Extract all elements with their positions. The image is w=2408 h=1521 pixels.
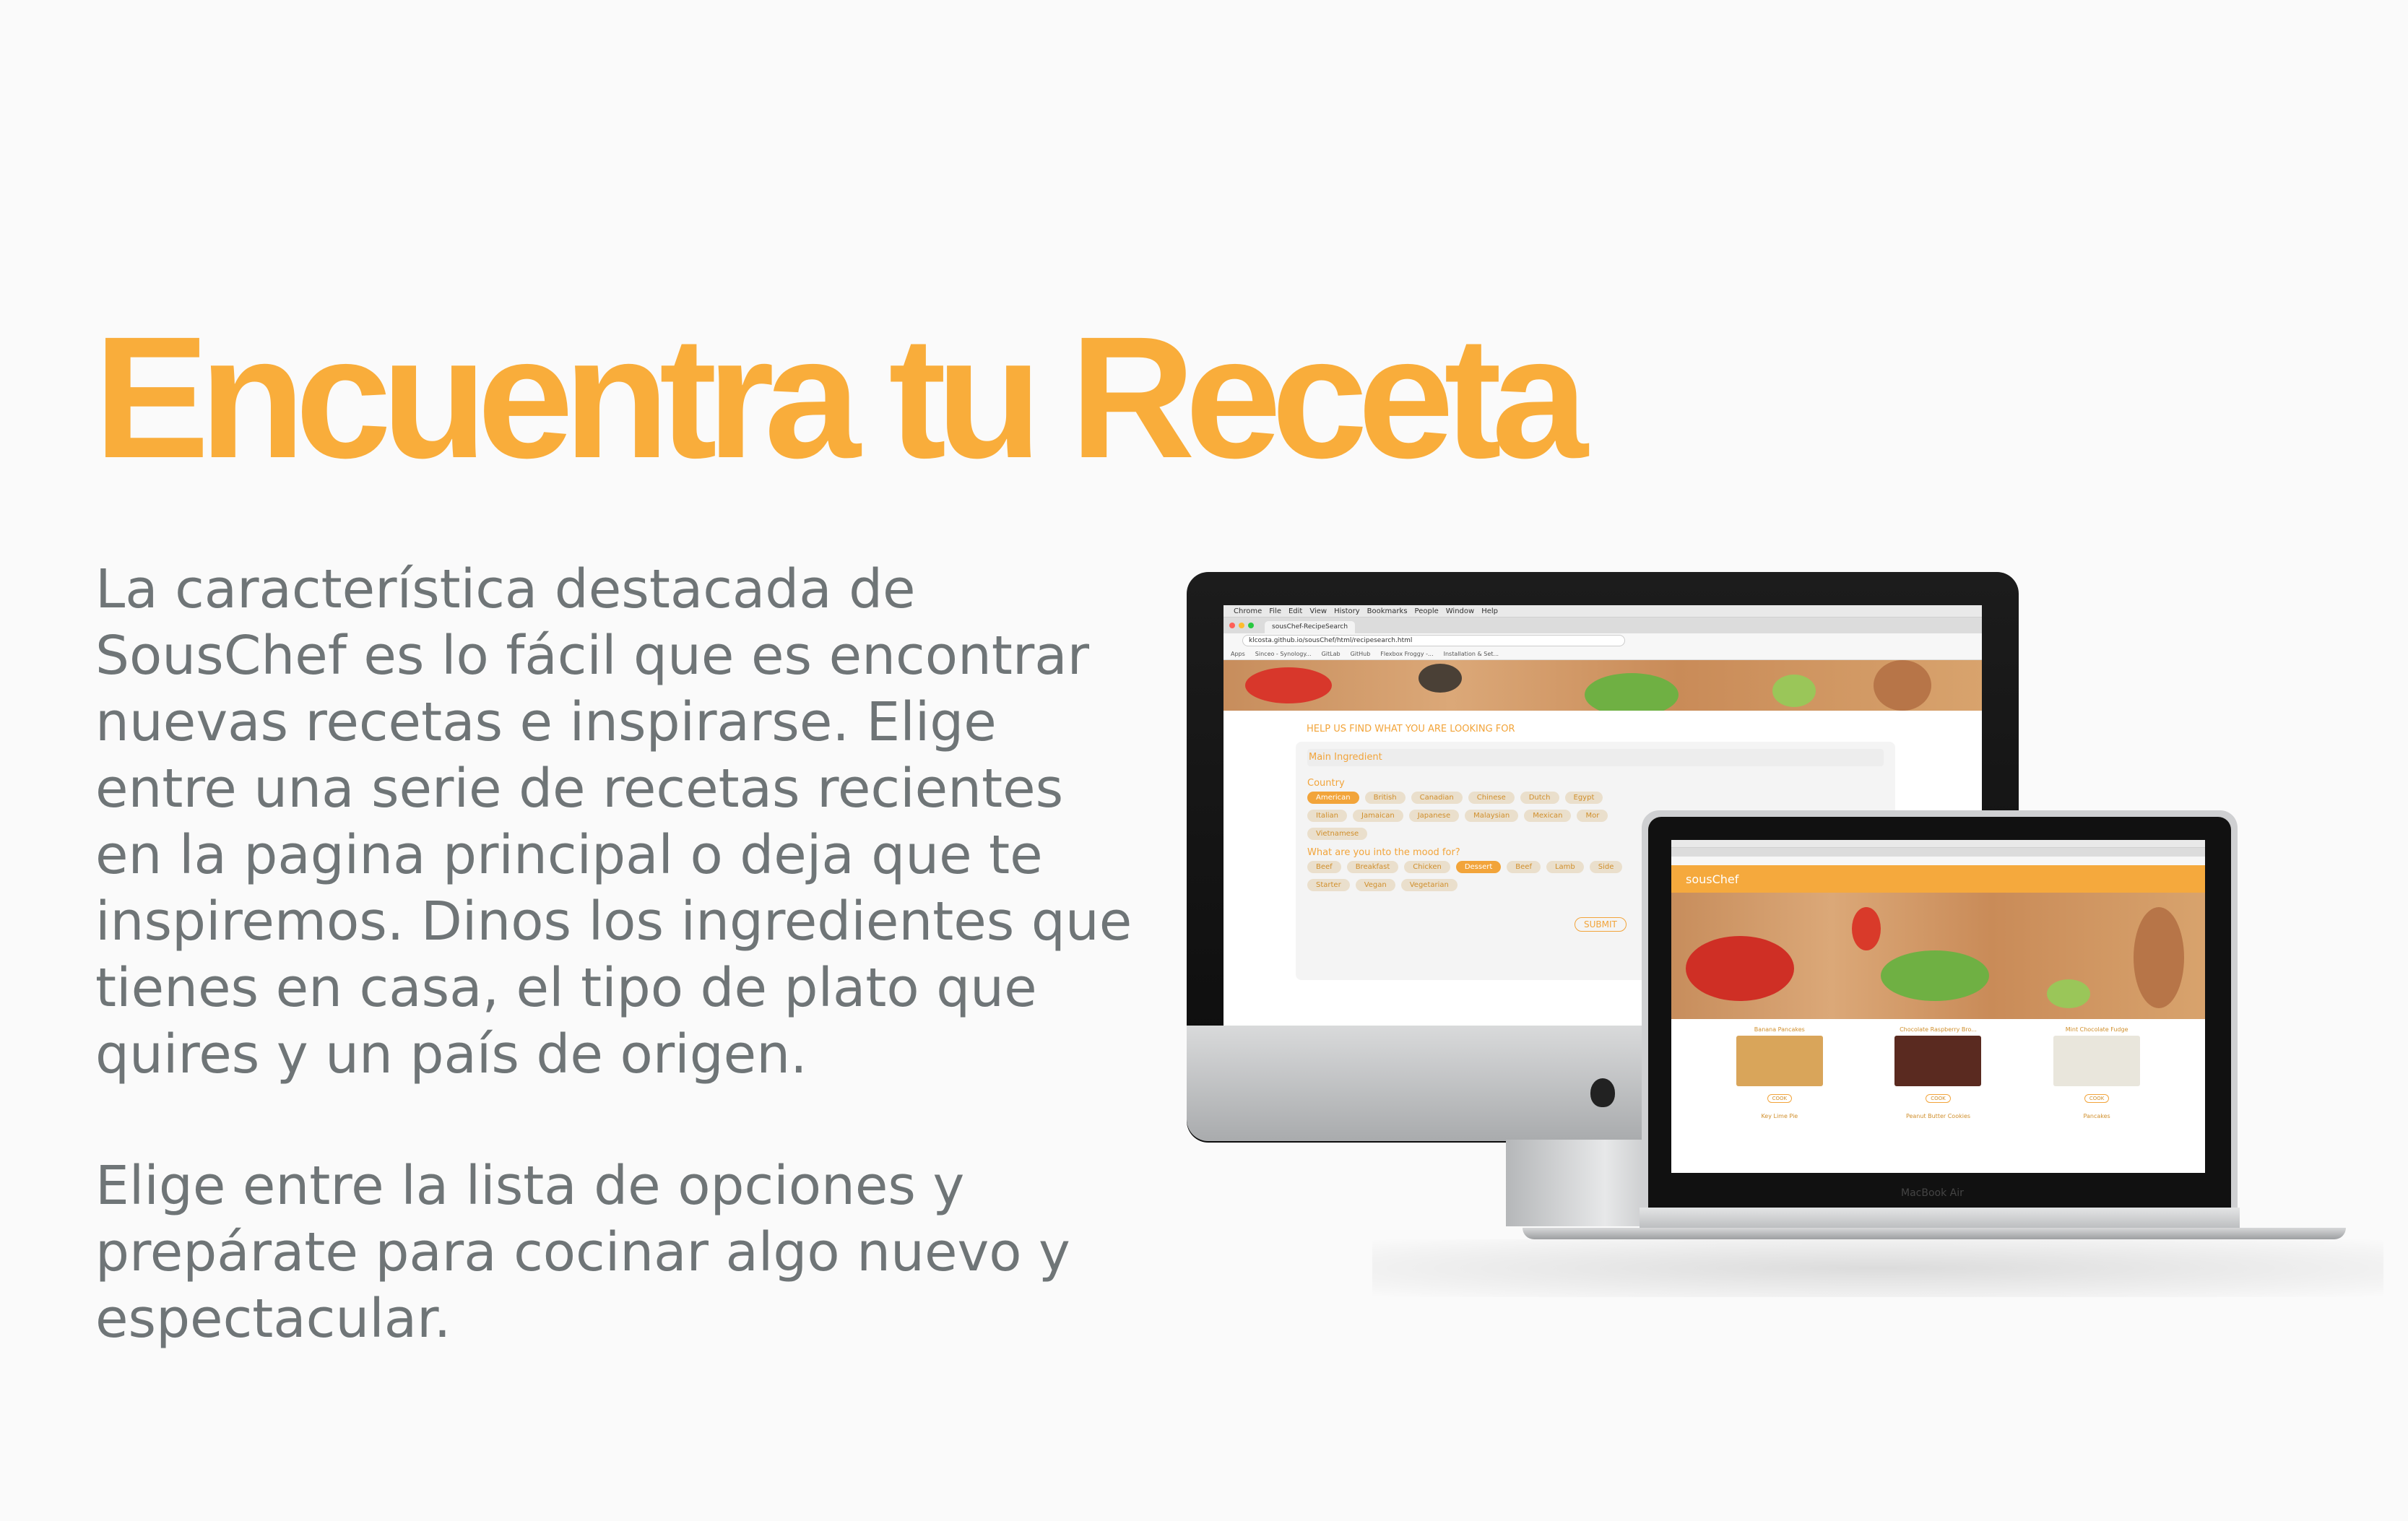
bookmark-item[interactable]: Sinceo - Synology... [1255,651,1312,657]
recipe-title: Banana Pancakes [1754,1026,1805,1033]
recipe-title[interactable]: Key Lime Pie [1729,1113,1830,1119]
menubar-item[interactable]: File [1269,607,1281,615]
recipe-image [1736,1036,1823,1086]
country-chip[interactable]: British [1364,792,1406,804]
recipe-image [1894,1036,1982,1086]
mood-chip[interactable]: Chicken [1404,861,1450,873]
browser-tab[interactable]: sousChef-RecipeSearch [1265,621,1356,633]
country-chip[interactable]: Italian [1307,810,1348,822]
macbook-foot [1523,1228,2346,1239]
headline: Encuentra tu Receta [94,300,1588,494]
food-banner-image [1224,660,1982,711]
recipe-title: Chocolate Raspberry Bro... [1900,1026,1977,1033]
recipe-image [2053,1036,2141,1086]
mood-chip[interactable]: Side [1589,861,1623,873]
menubar-item[interactable]: Window [1446,607,1474,615]
shadow [1372,1239,2383,1297]
country-chip[interactable]: Egypt [1564,792,1603,804]
menubar-item[interactable]: Help [1481,607,1498,615]
mood-chip[interactable]: Beef [1307,861,1341,873]
country-chip[interactable]: Vietnamese [1307,828,1368,840]
recipe-title: Mint Chocolate Fudge [2065,1026,2128,1033]
country-chip[interactable]: Canadian [1411,792,1463,804]
mood-chip[interactable]: Lamb [1546,861,1584,873]
browser-tabbar [1671,848,2205,857]
menubar-item[interactable]: People [1415,607,1439,615]
menubar-item[interactable]: Bookmarks [1367,607,1408,615]
bookmark-item[interactable]: GitHub [1351,651,1371,657]
recipe-cards-row-2: Key Lime Pie Peanut Butter Cookies Panca… [1671,1103,2205,1119]
bookmark-item[interactable]: Installation & Set... [1444,651,1499,657]
form-title: HELP US FIND WHAT YOU ARE LOOKING FOR [1307,724,1515,734]
souschef-logo[interactable]: sousChef [1686,872,1738,886]
url-field[interactable]: klcosta.github.io/sousChef/html/recipese… [1242,635,1625,646]
browser-tabbar: sousChef-RecipeSearch [1224,618,1982,633]
recipe-card[interactable]: Mint Chocolate Fudge COOK [2046,1026,2147,1103]
country-chip[interactable]: Dutch [1520,792,1559,804]
mood-chip[interactable]: Vegetarian [1400,879,1458,891]
submit-button[interactable]: SUBMIT [1575,917,1627,932]
country-chip[interactable]: Mexican [1524,810,1572,822]
mood-chip[interactable]: Dessert [1455,861,1502,873]
address-bar: klcosta.github.io/sousChef/html/recipese… [1224,633,1982,648]
bookmark-item[interactable]: GitLab [1322,651,1341,657]
mood-chip[interactable]: Vegan [1355,879,1395,891]
recipe-title[interactable]: Peanut Butter Cookies [1887,1113,1988,1119]
apple-logo-icon [1590,1078,1615,1107]
mood-chip[interactable]: Breakfast [1346,861,1399,873]
menubar-item[interactable]: History [1334,607,1360,615]
country-chip[interactable]: American [1307,792,1359,804]
recipe-title[interactable]: Pancakes [2046,1113,2147,1119]
cook-button[interactable]: COOK [2084,1094,2110,1103]
mood-chips: Beef Breakfast Chicken Dessert Beef Lamb… [1307,861,1647,891]
maximize-window-icon[interactable] [1248,623,1254,628]
description-paragraph-1: La característica destacada de SousChef … [95,558,1132,1086]
cook-button[interactable]: COOK [1926,1094,1951,1103]
menubar-item[interactable]: Chrome [1234,607,1262,615]
close-window-icon[interactable] [1229,623,1235,628]
country-chips: American British Canadian Chinese Dutch … [1307,792,1647,840]
menubar-item[interactable]: Edit [1289,607,1302,615]
country-chip[interactable]: Malaysian [1465,810,1519,822]
souschef-header: sousChef [1671,865,2205,893]
recipe-card[interactable]: Banana Pancakes COOK [1729,1026,1830,1103]
macbook-screen: sousChef Banana Pancakes COOK Chocolate … [1671,840,2205,1173]
recipe-card[interactable]: Chocolate Raspberry Bro... COOK [1887,1026,1988,1103]
mac-menubar [1671,840,2205,848]
bookmarks-bar: Apps Sinceo - Synology... GitLab GitHub … [1224,648,1982,660]
country-chip[interactable]: Chinese [1468,792,1515,804]
country-chip[interactable]: Mor [1577,810,1608,822]
cook-button[interactable]: COOK [1767,1094,1793,1103]
bookmark-item[interactable]: Flexbox Froggy -... [1380,651,1433,657]
bookmark-item[interactable]: Apps [1231,651,1245,657]
minimize-window-icon[interactable] [1239,623,1244,628]
mood-chip[interactable]: Beef [1507,861,1541,873]
main-ingredient-field[interactable]: Main Ingredient [1307,749,1884,766]
country-chip[interactable]: Japanese [1408,810,1460,822]
country-chip[interactable]: Jamaican [1353,810,1403,822]
macbook-label: MacBook Air [1901,1187,1964,1199]
mood-chip[interactable]: Starter [1307,879,1350,891]
food-hero-image [1671,893,2205,1019]
country-label: Country [1307,778,1345,789]
mac-menubar: Chrome File Edit View History Bookmarks … [1224,605,1982,618]
address-bar [1671,857,2205,865]
recipe-cards: Banana Pancakes COOK Chocolate Raspberry… [1671,1019,2205,1103]
description-paragraph-2: Elige entre la lista de opciones y prepá… [95,1155,1070,1350]
menubar-item[interactable]: View [1309,607,1327,615]
